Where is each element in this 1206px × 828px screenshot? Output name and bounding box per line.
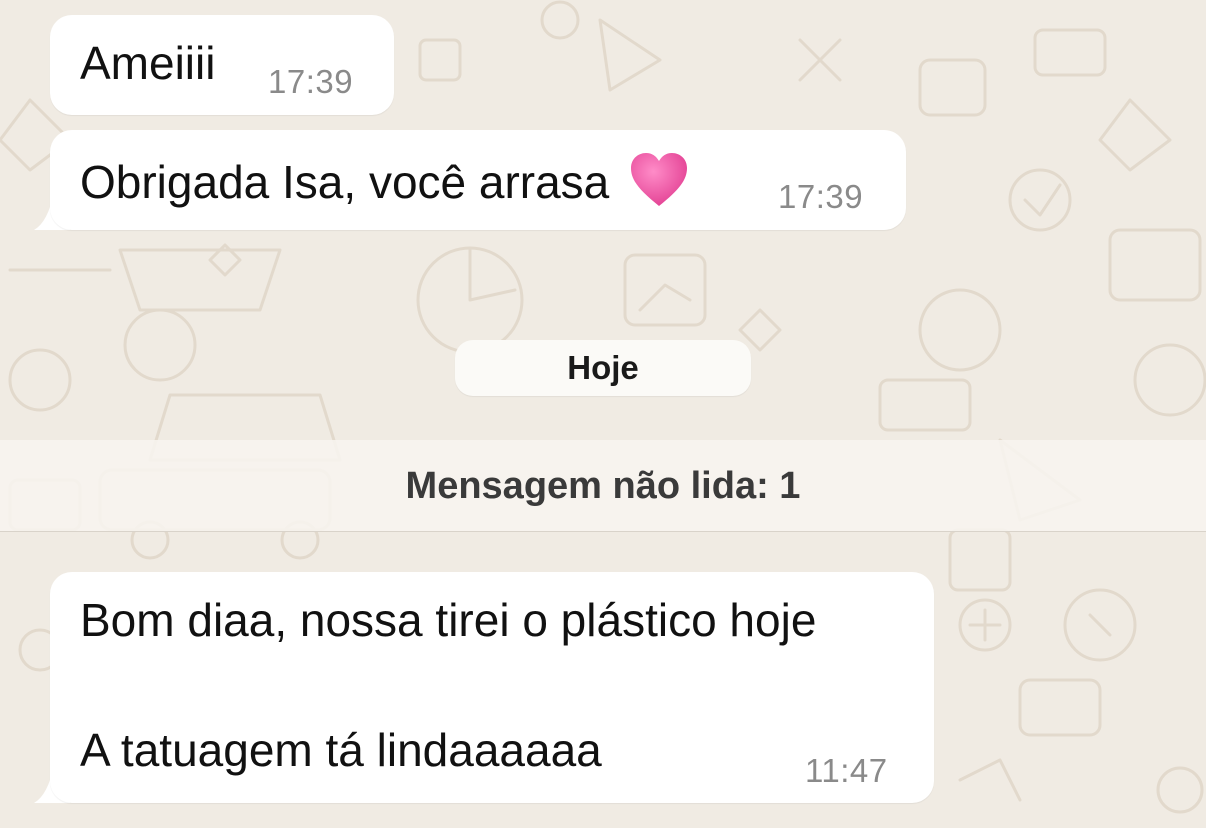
message-text-line: A tatuagem tá lindaaaaaa — [80, 724, 602, 776]
message-bubble[interactable]: Ameiiii 17:39 — [50, 15, 394, 115]
pink-heart-icon — [631, 153, 688, 206]
date-separator: Hoje — [455, 340, 751, 396]
message-text: Ameiiii — [80, 37, 216, 89]
message-time: 17:39 — [778, 178, 864, 215]
message-text-line: Bom diaa, nossa tirei o plástico hoje — [80, 594, 817, 646]
unread-messages-banner: Mensagem não lida: 1 — [0, 440, 1206, 532]
message-bubble[interactable]: Obrigada Isa, você arrasa 17:39 — [50, 130, 906, 230]
message-text: Obrigada Isa, você arrasa — [80, 156, 610, 208]
message-time: 11:47 — [805, 752, 888, 789]
message-bubble[interactable]: Bom diaa, nossa tirei o plástico hoje A … — [50, 572, 934, 803]
message-text-row: Obrigada Isa, você arrasa — [80, 152, 689, 208]
message-time: 17:39 — [268, 63, 354, 100]
